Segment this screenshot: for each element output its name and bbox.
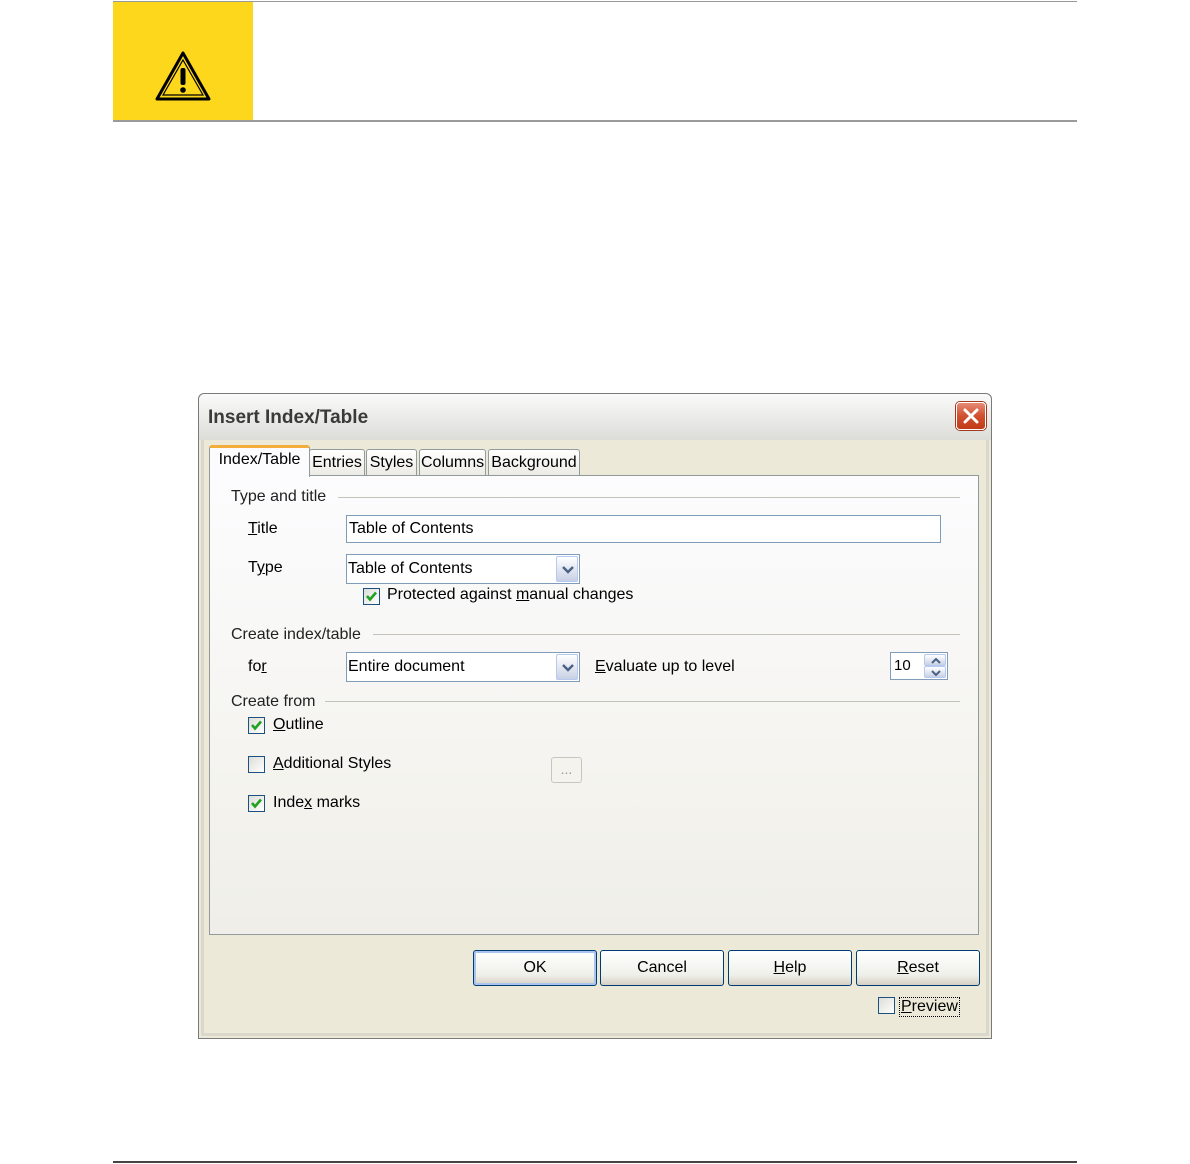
checkmark-icon [251, 798, 262, 809]
title-input[interactable]: Table of Contents [346, 515, 941, 543]
assign-styles-button[interactable]: ... [551, 757, 582, 783]
dialog-titlebar[interactable]: Insert Index/Table [199, 394, 991, 440]
group-type-and-title: Type and title [231, 488, 327, 505]
close-icon [963, 408, 979, 424]
arrow-down-icon [931, 670, 941, 676]
tab-styles[interactable]: Styles [366, 449, 417, 475]
index-marks-label: Index marks [273, 794, 361, 811]
group-divider [338, 497, 960, 498]
preview-label: Preview [899, 997, 960, 1017]
evaluate-level-spinner[interactable]: 10 [890, 652, 948, 680]
preview-checkbox[interactable] [878, 997, 895, 1014]
chevron-down-icon [562, 664, 574, 672]
arrow-up-icon [931, 658, 941, 664]
for-select[interactable]: Entire document [346, 652, 580, 682]
for-dropdown-button[interactable] [556, 654, 578, 680]
type-label: Type [248, 559, 283, 576]
tab-background[interactable]: Background [488, 449, 580, 475]
warning-bottom-rule [113, 120, 1077, 122]
group-divider [373, 634, 960, 635]
page-footer-rule [113, 1161, 1077, 1163]
type-dropdown-button[interactable] [556, 556, 578, 582]
type-select[interactable]: Table of Contents [346, 554, 580, 584]
insert-index-table-dialog: Insert Index/Table Index/Table Entries S… [198, 393, 992, 1039]
for-label: for [248, 658, 267, 675]
close-button[interactable] [956, 402, 986, 430]
checkmark-icon [366, 591, 377, 602]
checkmark-icon [251, 720, 262, 731]
evaluate-level-value: 10 [894, 657, 911, 674]
warning-triangle-icon [155, 51, 211, 101]
help-button[interactable]: Help [728, 950, 852, 986]
group-create-from: Create from [231, 693, 316, 710]
title-label: Title [248, 520, 278, 537]
outline-label: Outline [273, 716, 324, 733]
tab-columns[interactable]: Columns [419, 449, 486, 475]
reset-button[interactable]: Reset [856, 950, 980, 986]
cancel-button[interactable]: Cancel [600, 950, 724, 986]
protected-checkbox[interactable] [363, 588, 380, 605]
protected-label: Protected against manual changes [387, 586, 634, 603]
additional-styles-checkbox[interactable] [248, 756, 265, 773]
index-marks-checkbox[interactable] [248, 795, 265, 812]
tab-index-table[interactable]: Index/Table [209, 445, 310, 477]
ok-button[interactable]: OK [473, 950, 597, 986]
additional-styles-label: Additional Styles [273, 755, 392, 772]
outline-checkbox[interactable] [248, 717, 265, 734]
type-select-value: Table of Contents [348, 560, 473, 577]
dialog-title: Insert Index/Table [208, 407, 369, 428]
group-create-index-table: Create index/table [231, 626, 361, 643]
spin-down-button[interactable] [924, 666, 946, 678]
warning-top-rule [113, 1, 1077, 2]
spin-up-button[interactable] [924, 654, 946, 666]
for-select-value: Entire document [348, 658, 465, 675]
tab-panel-index-table: Type and title Title Table of Contents T… [209, 475, 979, 935]
chevron-down-icon [562, 566, 574, 574]
group-divider [325, 701, 960, 702]
evaluate-level-label: Evaluate up to level [595, 658, 735, 675]
tab-entries[interactable]: Entries [309, 449, 365, 475]
